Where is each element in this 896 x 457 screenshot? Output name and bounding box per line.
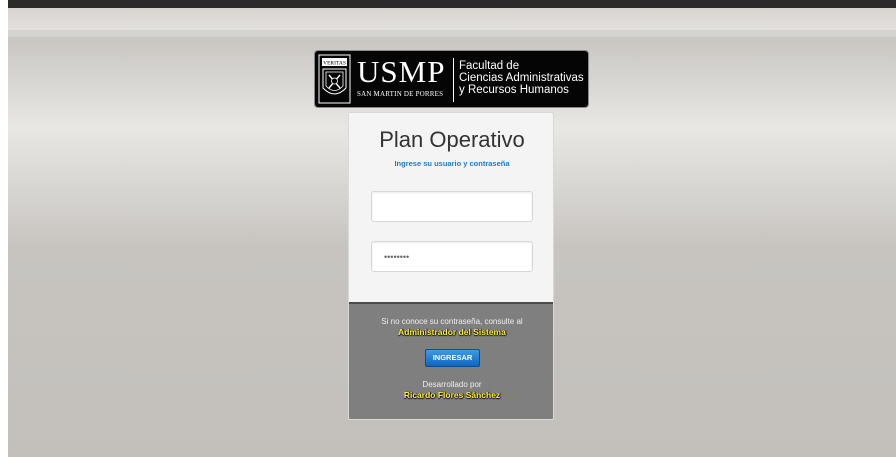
faculty-name: Facultad de Ciencias Administrativas y R… bbox=[459, 60, 584, 96]
faculty-line-3: y Recursos Humanos bbox=[459, 84, 569, 96]
university-name: SAN MARTIN DE PORRES bbox=[357, 90, 444, 98]
login-instructions: Ingrese su usuario y contraseña bbox=[394, 159, 510, 168]
admin-link[interactable]: Administrador del Sistema bbox=[349, 327, 553, 337]
username-field[interactable] bbox=[371, 191, 533, 222]
brand-wordmark: USMP bbox=[357, 54, 446, 89]
logo-divider bbox=[453, 58, 454, 102]
password-hint: Si no conoce su contraseña, consulte al bbox=[381, 317, 523, 326]
top-bar bbox=[8, 0, 896, 8]
login-button[interactable]: INGRESAR bbox=[425, 349, 480, 367]
university-shield-icon: VERITAS bbox=[318, 54, 351, 104]
faculty-line-2: Ciencias Administrativas bbox=[459, 72, 584, 84]
credits-label: Desarrollado por bbox=[422, 380, 482, 389]
author-name: Ricardo Flores Sánchez bbox=[403, 390, 501, 400]
shield-motto: VERITAS bbox=[323, 61, 346, 67]
faculty-line-1: Facultad de bbox=[459, 60, 520, 72]
login-panel: Plan Operativo Ingrese su usuario y cont… bbox=[348, 112, 554, 420]
faculty-logo: VERITAS USMP SAN MARTIN DE PORRES Facult… bbox=[314, 50, 589, 108]
login-footer: Si no conoce su contraseña, consulte al … bbox=[349, 302, 553, 419]
page-title: Plan Operativo bbox=[379, 127, 525, 152]
header-band bbox=[8, 30, 896, 38]
page-edge bbox=[0, 0, 8, 457]
password-field[interactable] bbox=[371, 241, 533, 272]
